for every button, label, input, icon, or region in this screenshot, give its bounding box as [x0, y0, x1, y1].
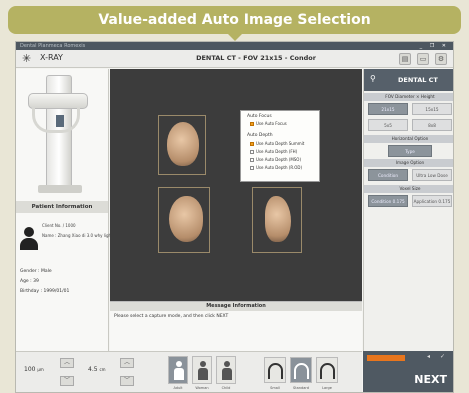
auto-depth-option[interactable]: Use Auto Depth Summit: [250, 141, 304, 146]
voxel-option-button[interactable]: Condition 0.175: [368, 195, 408, 207]
auto-depth-checkbox[interactable]: [250, 157, 254, 162]
scan-mode-title: DENTAL CT - FOV 21x15 - Condor: [196, 54, 316, 62]
pose-woman-button[interactable]: [192, 356, 212, 384]
arch-small-button[interactable]: [264, 357, 286, 383]
thickness-down-button[interactable]: ﹀: [60, 376, 74, 386]
auto-focus-checkbox[interactable]: [250, 121, 254, 126]
patient-card: Client No. / 1000 Name : Zhang Xiao di 3…: [20, 219, 119, 263]
progress-stripe: [367, 355, 405, 361]
pose-label: Child: [221, 386, 231, 390]
horizontal-section-title: Horizontal Option: [364, 135, 453, 143]
voxel-section-title: Voxel Size: [364, 185, 453, 193]
message-text: Please select a capture mode, and then c…: [114, 314, 229, 319]
image-option-button[interactable]: Condition: [368, 169, 408, 181]
arch-label: Small: [270, 386, 280, 390]
patient-name: Name : Zhang Xiao di 3.0 why lights 0: [42, 233, 119, 238]
message-panel: Message Information Please select a capt…: [110, 301, 362, 351]
fov-option-button[interactable]: 5x5: [368, 119, 408, 131]
auto-depth-checkbox[interactable]: [250, 141, 254, 146]
auto-options-popup: Auto Focus Use Auto Focus Auto Depth Use…: [240, 110, 320, 182]
patient-id: Client No. / 1000: [42, 223, 76, 228]
window-controls[interactable]: _ ❐ ✕: [420, 42, 449, 50]
right-panel-header: ⚲ DENTAL CT: [364, 69, 453, 91]
patient-age: Age : 39: [20, 279, 39, 284]
ct-device-image: [26, 75, 96, 195]
fov-option-button[interactable]: 15x15: [412, 103, 452, 115]
right-panel: ⚲ DENTAL CT FOV Diameter × Height 21x15 …: [363, 69, 453, 351]
app-header: ✳ X-RAY DENTAL CT - FOV 21x15 - Condor ▤…: [16, 50, 453, 68]
fov-option-button[interactable]: 21x15: [368, 103, 408, 115]
auto-focus-option[interactable]: Use Auto Focus: [250, 121, 287, 126]
next-button[interactable]: ◂ ✓ NEXT: [363, 351, 453, 392]
patient-avatar-icon: [20, 227, 38, 251]
window-titlebar: Dental Planmeca Romexis _ ❐ ✕: [16, 42, 453, 50]
arch-large-button[interactable]: [316, 357, 338, 383]
window-title: Dental Planmeca Romexis: [20, 43, 86, 49]
auto-depth-checkbox[interactable]: [250, 165, 254, 170]
auto-depth-checkbox[interactable]: [250, 149, 254, 154]
patient-info-title: Patient Information: [16, 201, 108, 213]
message-title: Message Information: [110, 302, 362, 311]
scanner-icon: ⚲: [370, 74, 376, 83]
image-viewer[interactable]: Auto Focus Use Auto Focus Auto Depth Use…: [110, 69, 362, 301]
next-button-label: NEXT: [414, 373, 447, 386]
layer-up-button[interactable]: ︿: [120, 358, 134, 368]
pose-label: Woman: [195, 386, 209, 390]
image-option-section-title: Image Option: [364, 159, 453, 167]
pose-adult-button[interactable]: [168, 356, 188, 384]
left-panel: Patient Information Client No. / 1000 Na…: [16, 69, 119, 351]
fov-option-button[interactable]: 8x8: [412, 119, 452, 131]
thickness-up-button[interactable]: ︿: [60, 358, 74, 368]
fov-section-title: FOV Diameter × Height: [364, 93, 453, 101]
arch-label: Standard: [293, 386, 309, 390]
xray-logo-icon: ✳: [22, 52, 32, 65]
arch-standard-button[interactable]: [290, 357, 312, 383]
banner-title: Value-added Auto Image Selection: [8, 6, 461, 41]
monitor-icon[interactable]: ▭: [417, 53, 429, 65]
side-view-image[interactable]: [252, 187, 302, 253]
front-view-image[interactable]: [158, 115, 206, 175]
settings-icon[interactable]: ⚙: [435, 53, 447, 65]
voxel-option-button[interactable]: Application 0.175: [412, 195, 452, 207]
auto-depth-option[interactable]: Use Auto Depth (FH): [250, 149, 297, 154]
auto-depth-option[interactable]: Use Auto Depth (R.OD): [250, 165, 302, 170]
app-window: Dental Planmeca Romexis _ ❐ ✕ ✳ X-RAY DE…: [15, 41, 454, 393]
layer-value: 4.5 cm: [88, 366, 106, 373]
patient-birthday: Birthday : 1999/01/01: [20, 289, 70, 294]
nav-icons[interactable]: ◂ ✓: [427, 353, 449, 360]
patient-gender: Gender : Male: [20, 269, 52, 274]
layer-down-button[interactable]: ﹀: [120, 376, 134, 386]
pose-child-button[interactable]: [216, 356, 236, 384]
printer-icon[interactable]: ▤: [399, 53, 411, 65]
image-option-button[interactable]: Ultra Low Dose: [412, 169, 452, 181]
bottom-toolbar: 100 µm ︿ ﹀ 4.5 cm ︿ ﹀ Adult Woman Child …: [16, 351, 362, 392]
pose-label: Adult: [173, 386, 183, 390]
app-name: X-RAY: [40, 53, 63, 62]
auto-depth-option[interactable]: Use Auto Depth (MSO): [250, 157, 301, 162]
arch-label: Large: [322, 386, 332, 390]
auto-depth-title: Auto Depth: [247, 133, 273, 138]
horizontal-option-button[interactable]: Type: [388, 145, 432, 157]
left-view-image[interactable]: [158, 187, 210, 253]
thickness-value: 100 µm: [24, 366, 44, 373]
auto-focus-title: Auto Focus: [247, 114, 272, 119]
right-panel-title: DENTAL CT: [398, 76, 438, 84]
